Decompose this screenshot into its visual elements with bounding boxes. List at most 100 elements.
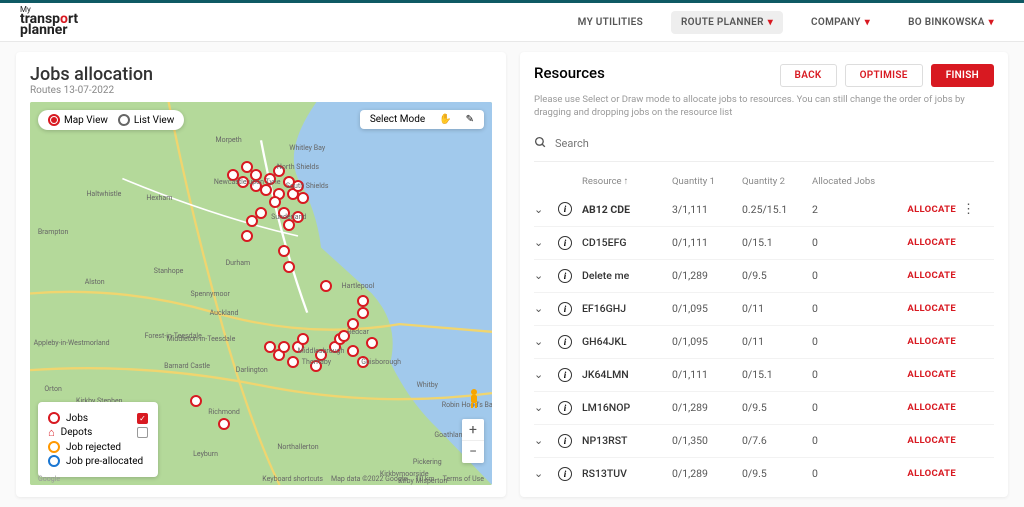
resources-hint: Please use Select or Draw mode to alloca… <box>534 93 994 120</box>
resource-name: EF16GHJ <box>582 302 672 315</box>
finish-button[interactable]: FINISH <box>931 64 994 87</box>
allocate-button[interactable]: ALLOCATE <box>892 303 962 314</box>
optimise-button[interactable]: OPTIMISE <box>845 64 923 87</box>
col-quantity1[interactable]: Quantity 1 <box>672 176 742 187</box>
search-input[interactable] <box>555 137 994 150</box>
pencil-icon[interactable]: ✎ <box>466 114 474 125</box>
expand-toggle[interactable]: ⌄ <box>534 401 558 414</box>
expand-toggle[interactable]: ⌄ <box>534 203 558 216</box>
place-label: Redcar <box>347 328 369 336</box>
place-label: Auckland <box>210 309 239 317</box>
expand-toggle[interactable]: ⌄ <box>534 302 558 315</box>
zoom-out-button[interactable]: − <box>462 441 484 463</box>
radio-off-icon <box>118 114 130 126</box>
quantity-2: 0/15.1 <box>742 368 812 381</box>
allocate-button[interactable]: ALLOCATE <box>892 402 962 413</box>
place-label: Morpeth <box>216 136 242 144</box>
info-icon[interactable]: i <box>558 269 582 283</box>
place-label: South Shields <box>286 182 329 190</box>
map-terms[interactable]: Terms of Use <box>443 475 484 483</box>
table-row[interactable]: ⌄iNP13RST0/1,3500/7.60ALLOCATE <box>534 425 994 458</box>
allocated-count: 0 <box>812 236 892 249</box>
expand-toggle[interactable]: ⌄ <box>534 236 558 249</box>
resource-name: JK64LMN <box>582 368 672 381</box>
legend-prealloc-label: Job pre-allocated <box>66 456 143 467</box>
table-row[interactable]: ⌄iJK64LMN0/1,1110/15.10ALLOCATE <box>534 359 994 392</box>
nav-utilities[interactable]: MY UTILITIES <box>568 11 653 34</box>
table-row[interactable]: ⌄iGH64JKL0/1,0950/110ALLOCATE <box>534 326 994 359</box>
allocate-button[interactable]: ALLOCATE <box>892 204 962 215</box>
quantity-2: 0/15.1 <box>742 236 812 249</box>
nav-user-label: BO BINKOWSKA <box>908 17 985 28</box>
info-icon[interactable]: i <box>558 434 582 448</box>
info-icon[interactable]: i <box>558 302 582 316</box>
resource-name: AB12 CDE <box>582 203 672 216</box>
quantity-1: 0/1,289 <box>672 269 742 282</box>
expand-toggle[interactable]: ⌄ <box>534 269 558 282</box>
nav-company[interactable]: COMPANY ▾ <box>801 11 880 34</box>
quantity-2: 0.25/15.1 <box>742 203 812 216</box>
table-row[interactable]: ⌄iCD15EFG0/1,1110/15.10ALLOCATE <box>534 227 994 260</box>
info-icon[interactable]: i <box>558 467 582 481</box>
chevron-down-icon: ▾ <box>768 17 773 28</box>
map-scale: 10 km <box>415 475 434 483</box>
select-mode-label: Select Mode <box>370 114 425 125</box>
search-bar <box>534 130 994 162</box>
allocate-button[interactable]: ALLOCATE <box>892 336 962 347</box>
place-label: Newcastle upon Tyne <box>214 178 281 186</box>
map-view-radio[interactable]: Map View <box>48 114 108 126</box>
sort-up-icon: ↑ <box>624 176 629 187</box>
table-row[interactable]: ⌄iDelete me0/1,2890/9.50ALLOCATE <box>534 260 994 293</box>
list-view-radio[interactable]: List View <box>118 114 174 126</box>
info-icon[interactable]: i <box>558 202 582 216</box>
allocate-button[interactable]: ALLOCATE <box>892 270 962 281</box>
expand-toggle[interactable]: ⌄ <box>534 335 558 348</box>
map-data: Map data ©2022 Google <box>331 475 407 483</box>
table-body[interactable]: ⌄iAB12 CDE3/1,1110.25/15.12ALLOCATE⋮⌄iCD… <box>534 193 994 490</box>
info-icon[interactable]: i <box>558 335 582 349</box>
logo[interactable]: My transport planner <box>20 7 78 38</box>
table-row[interactable]: ⌄iEF16GHJ0/1,0950/110ALLOCATE <box>534 293 994 326</box>
col-quantity2[interactable]: Quantity 2 <box>742 176 812 187</box>
info-icon[interactable]: i <box>558 236 582 250</box>
map-container[interactable]: Map View List View Select Mode ✋ ✎ Jobs <box>30 102 492 485</box>
table-row[interactable]: ⌄iAB12 CDE3/1,1110.25/15.12ALLOCATE⋮ <box>534 193 994 227</box>
allocate-button[interactable]: ALLOCATE <box>892 435 962 446</box>
zoom-control: + − <box>462 419 484 463</box>
info-icon[interactable]: i <box>558 401 582 415</box>
zoom-in-button[interactable]: + <box>462 419 484 441</box>
table-row[interactable]: ⌄iRS13TUV0/1,2890/9.50ALLOCATE <box>534 458 994 490</box>
depots-checkbox[interactable] <box>137 427 148 438</box>
resource-name: RS13TUV <box>582 467 672 480</box>
pan-hand-icon[interactable]: ✋ <box>439 114 451 125</box>
nav-route-planner[interactable]: ROUTE PLANNER ▾ <box>671 11 783 34</box>
back-button[interactable]: BACK <box>780 64 837 87</box>
more-menu[interactable]: ⋮ <box>962 202 974 217</box>
resource-name: CD15EFG <box>582 236 672 249</box>
allocate-button[interactable]: ALLOCATE <box>892 237 962 248</box>
place-label: Brampton <box>38 228 69 236</box>
allocate-button[interactable]: ALLOCATE <box>892 468 962 479</box>
top-bar: My transport planner MY UTILITIES ROUTE … <box>0 0 1024 42</box>
allocate-button[interactable]: ALLOCATE <box>892 369 962 380</box>
place-label: Middleton-in-Teesdale <box>167 335 236 343</box>
info-icon[interactable]: i <box>558 368 582 382</box>
table-row[interactable]: ⌄iLM16NOP0/1,2890/9.50ALLOCATE <box>534 392 994 425</box>
place-label: North Shields <box>277 163 319 171</box>
place-label: Darlington <box>236 366 268 374</box>
pegman-icon[interactable] <box>466 388 482 413</box>
expand-toggle[interactable]: ⌄ <box>534 467 558 480</box>
map-legend: Jobs ✓ ⌂ Depots Job rejected <box>38 402 158 477</box>
allocated-count: 0 <box>812 269 892 282</box>
search-icon <box>534 134 547 153</box>
jobs-marker-icon <box>48 412 60 424</box>
map-shortcuts[interactable]: Keyboard shortcuts <box>262 475 323 483</box>
expand-toggle[interactable]: ⌄ <box>534 434 558 447</box>
expand-toggle[interactable]: ⌄ <box>534 368 558 381</box>
col-allocated[interactable]: Allocated Jobs <box>812 176 892 187</box>
place-label: Haltwhistle <box>86 190 121 198</box>
quantity-1: 0/1,111 <box>672 368 742 381</box>
nav-user[interactable]: BO BINKOWSKA ▾ <box>898 11 1004 34</box>
jobs-checkbox[interactable]: ✓ <box>137 413 148 424</box>
col-resource[interactable]: Resource ↑ <box>582 176 672 187</box>
